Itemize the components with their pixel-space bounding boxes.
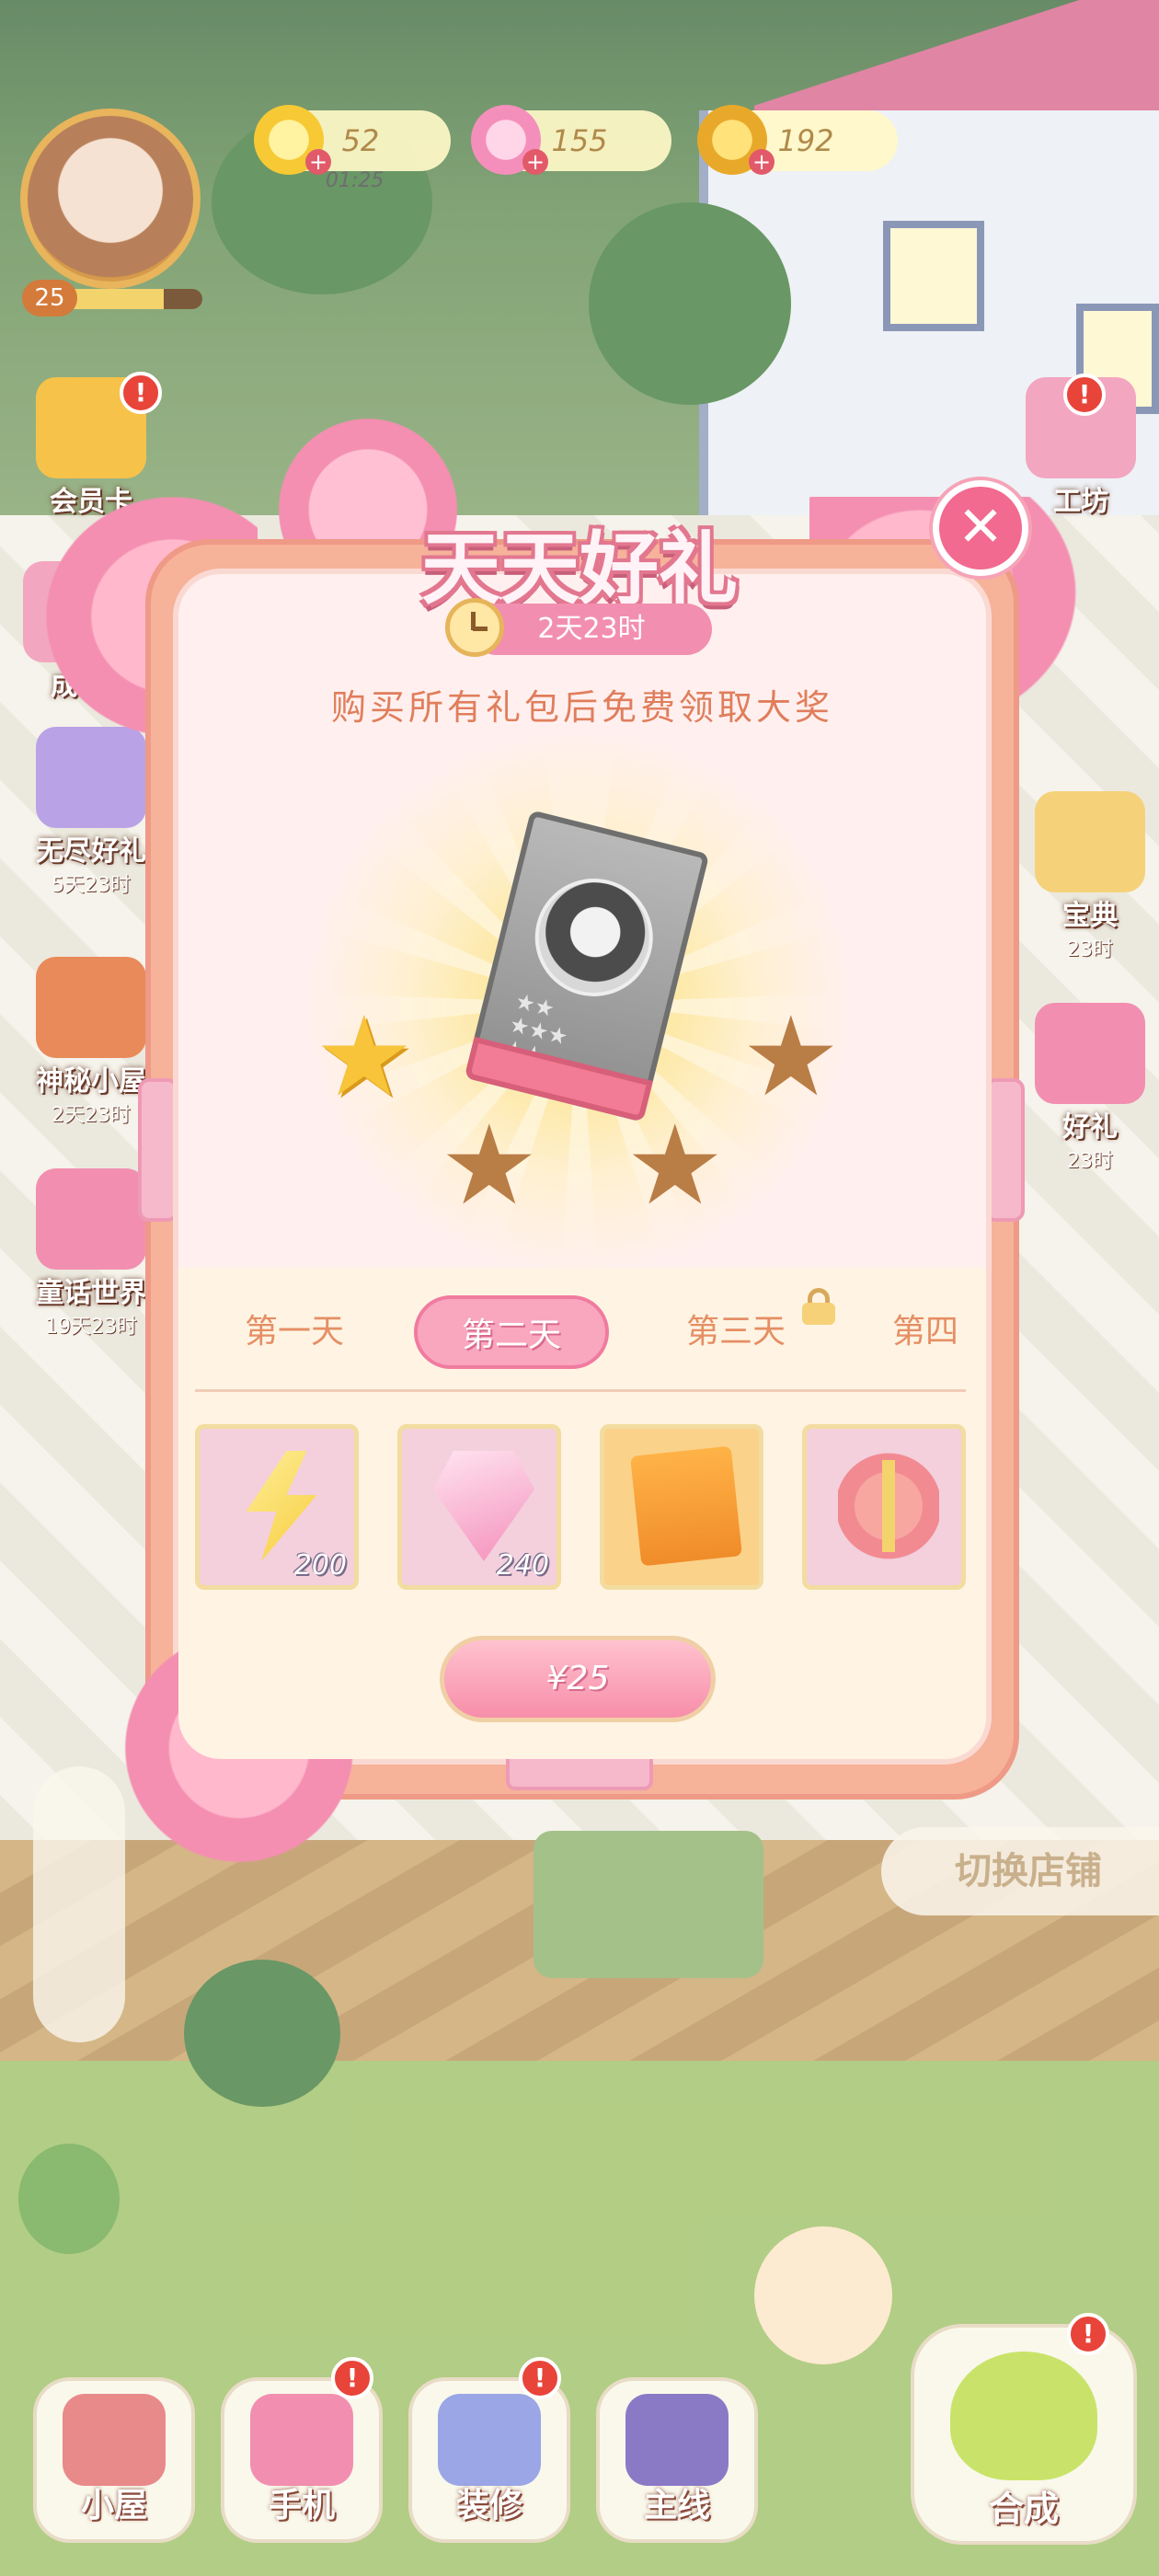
- item-quantity: 240: [496, 1549, 549, 1581]
- nav-label: 手机: [268, 2487, 335, 2524]
- notification-badge: !: [519, 2357, 561, 2399]
- modal-subtitle: 购买所有礼包后免费领取大奖: [330, 687, 833, 728]
- lock-icon: [800, 1288, 837, 1325]
- modal-title: 天天好礼: [421, 523, 738, 615]
- cat-gift-icon: [36, 727, 146, 828]
- side-item-daily-gift[interactable]: 好礼 23时: [1012, 1003, 1159, 1174]
- reward-item-gem[interactable]: 240: [397, 1424, 561, 1590]
- lightning-icon: [246, 1451, 317, 1561]
- buy-button[interactable]: ¥25: [440, 1636, 716, 1722]
- energy-counter[interactable]: + 52: [254, 105, 451, 175]
- nav-label: 装修: [455, 2487, 522, 2524]
- phone-icon: [250, 2394, 353, 2486]
- star-icon-empty: ★: [625, 1102, 725, 1230]
- side-item-label: 宝典: [1062, 900, 1118, 932]
- card-pack-icon: [630, 1445, 742, 1567]
- coin-counter[interactable]: + 192: [697, 105, 898, 175]
- item-quantity: 200: [293, 1549, 347, 1581]
- gem-icon: [433, 1451, 534, 1561]
- gem-counter[interactable]: + 155: [471, 105, 671, 175]
- nav-decorate[interactable]: 装修: [408, 2377, 570, 2543]
- star-icon-filled: ★: [315, 994, 414, 1121]
- gem-value: 155: [551, 123, 608, 158]
- add-coin-icon[interactable]: +: [749, 149, 775, 175]
- gift-icon: [1035, 1003, 1145, 1104]
- side-item-timer: 23时: [1067, 938, 1113, 961]
- alarm-clock-icon: [445, 598, 504, 657]
- nav-house[interactable]: 小屋: [33, 2377, 195, 2543]
- nav-label: 主线: [643, 2487, 710, 2524]
- notification-badge: !: [331, 2357, 373, 2399]
- player-avatar[interactable]: [20, 109, 201, 289]
- mystery-house-icon: [36, 957, 146, 1058]
- event-timer: 2天23时: [471, 604, 712, 655]
- energy-timer: 01:25: [326, 169, 384, 192]
- xp-fill: [64, 289, 164, 309]
- book-icon: [1035, 791, 1145, 892]
- tab-day-4[interactable]: 第四: [892, 1295, 984, 1369]
- teacup-icon: [950, 2352, 1097, 2480]
- paintbrush-icon: [438, 2394, 541, 2486]
- gift-box-icon: [838, 1451, 939, 1561]
- nav-label: 小屋: [80, 2487, 147, 2524]
- energy-value: 52: [341, 123, 380, 158]
- fairy-world-icon: [36, 1168, 146, 1270]
- star-icon-empty: ★: [440, 1102, 539, 1230]
- house-icon: [63, 2394, 166, 2486]
- star-icon-empty: ★: [741, 994, 841, 1121]
- tab-day-1[interactable]: 第一天: [230, 1295, 359, 1369]
- tab-divider: [195, 1389, 966, 1392]
- book-quill-icon: [625, 2394, 729, 2486]
- merge-label: 合成: [988, 2489, 1059, 2529]
- reward-item-energy[interactable]: 200: [195, 1424, 359, 1590]
- reward-item-gift-box[interactable]: [802, 1424, 966, 1590]
- switch-store-button[interactable]: 切换店铺: [881, 1827, 1159, 1915]
- level-badge: 25: [22, 280, 77, 316]
- coin-value: 192: [777, 123, 834, 158]
- side-item-handbook[interactable]: 宝典 23时: [1012, 791, 1159, 962]
- add-gem-icon[interactable]: +: [522, 149, 548, 175]
- merge-button[interactable]: 合成: [911, 2324, 1137, 2545]
- tab-day-3[interactable]: 第三天: [671, 1295, 800, 1369]
- xp-bar: [64, 289, 202, 309]
- reward-item-card-pack[interactable]: [600, 1424, 763, 1590]
- close-button[interactable]: ✕: [933, 480, 1028, 576]
- tab-day-2[interactable]: 第二天: [414, 1295, 609, 1369]
- notification-badge: !: [1067, 2313, 1109, 2355]
- notification-badge: !: [1063, 374, 1106, 416]
- notification-badge: !: [120, 372, 162, 414]
- nav-main-quest[interactable]: 主线: [596, 2377, 758, 2543]
- side-item-timer: 23时: [1067, 1150, 1113, 1173]
- nav-phone[interactable]: 手机: [221, 2377, 383, 2543]
- fox-portrait: [522, 866, 666, 1009]
- side-item-label: 好礼: [1062, 1111, 1118, 1144]
